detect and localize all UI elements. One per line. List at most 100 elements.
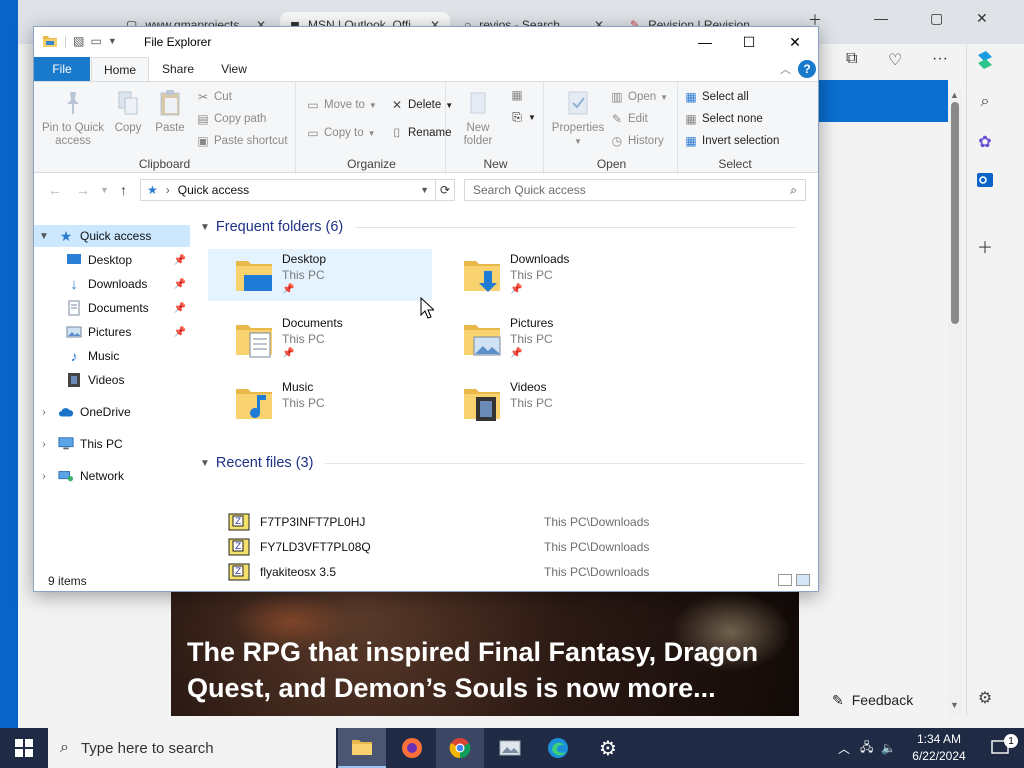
scroll-up-icon[interactable]: ▲: [950, 90, 959, 100]
forward-arrow-icon[interactable]: →: [76, 182, 90, 198]
settings-icon[interactable]: ⚙: [973, 686, 997, 710]
folder-tile-documents[interactable]: Documents This PC 📌: [208, 313, 432, 365]
taskbar-app[interactable]: [486, 728, 534, 768]
start-button[interactable]: [0, 728, 48, 768]
maximize-icon[interactable]: ▢: [930, 10, 943, 27]
taskbar-edge[interactable]: [534, 728, 582, 768]
chevron-right-icon[interactable]: ›: [38, 439, 50, 450]
news-card[interactable]: The RPG that inspired Final Fantasy, Dra…: [171, 592, 799, 716]
tab-view[interactable]: View: [208, 57, 260, 81]
address-bar[interactable]: ★ › Quick access ▼: [140, 179, 436, 201]
invert-selection-button[interactable]: ▦ Invert selection: [684, 134, 779, 148]
select-all-button[interactable]: ▦ Select all: [684, 90, 748, 104]
move-to-button[interactable]: ▭ Move to ▼: [306, 98, 377, 112]
folder-tile-downloads[interactable]: Downloads This PC 📌: [436, 249, 660, 301]
paste-shortcut-button[interactable]: ▣ Paste shortcut: [196, 134, 287, 148]
nav-item-music[interactable]: ♪ Music: [34, 345, 190, 367]
folder-tile-music[interactable]: Music This PC: [208, 377, 432, 429]
nav-item-desktop[interactable]: Desktop 📌: [34, 249, 190, 271]
nav-item-this-pc[interactable]: › This PC: [34, 433, 190, 455]
taskbar-search-input[interactable]: ⌕ Type here to search: [48, 728, 336, 768]
chevron-down-icon[interactable]: ▼: [38, 231, 50, 242]
history-button[interactable]: ◷ History: [610, 134, 664, 148]
new-item-button[interactable]: ▦: [510, 88, 524, 102]
paste-button[interactable]: Paste: [152, 88, 188, 135]
chevron-down-icon[interactable]: ▼: [200, 458, 210, 469]
search-icon[interactable]: ⌕: [973, 90, 997, 114]
scrollbar-thumb[interactable]: [951, 102, 959, 324]
add-icon[interactable]: ＋: [973, 234, 997, 258]
nav-item-videos[interactable]: Videos: [34, 369, 190, 391]
edit-button[interactable]: ✎ Edit: [610, 112, 648, 126]
chevron-right-icon[interactable]: ›: [38, 407, 50, 418]
refresh-button[interactable]: ⟳: [435, 179, 455, 201]
tab-home[interactable]: Home: [91, 57, 149, 81]
feedback-button[interactable]: ✎ Feedback: [822, 686, 924, 714]
open-button[interactable]: ▥ Open ▼: [610, 90, 668, 104]
minimize-button[interactable]: —: [682, 31, 728, 53]
recent-files-header[interactable]: ▼ Recent files (3): [200, 455, 806, 471]
copy-button[interactable]: Copy: [110, 88, 146, 135]
details-view-icon[interactable]: [778, 574, 792, 586]
new-folder-button[interactable]: New folder: [456, 88, 500, 148]
minimize-icon[interactable]: —: [874, 10, 888, 26]
properties-button[interactable]: Properties ▼: [550, 88, 606, 148]
select-none-button[interactable]: ▦ Select none: [684, 112, 762, 126]
recent-file-row[interactable]: Z F7TP3INFT7PL0HJ This PC\Downloads: [228, 511, 788, 533]
tab-share[interactable]: Share: [152, 57, 204, 81]
close-button[interactable]: ✕: [772, 31, 818, 53]
new-folder-icon[interactable]: ▭: [90, 34, 101, 48]
properties-icon[interactable]: ▧: [73, 34, 84, 48]
show-hidden-icons-icon[interactable]: ︿: [838, 740, 850, 757]
chevron-up-icon[interactable]: ︿: [780, 61, 791, 77]
nav-item-pictures[interactable]: Pictures 📌: [34, 321, 190, 343]
search-input[interactable]: Search Quick access ⌕: [464, 179, 806, 201]
breadcrumb[interactable]: Quick access: [178, 183, 249, 197]
network-icon[interactable]: 🖧: [860, 738, 873, 759]
back-arrow-icon[interactable]: ←: [48, 182, 62, 198]
taskbar-firefox[interactable]: [388, 728, 436, 768]
nav-item-quick-access[interactable]: ▼ ★ Quick access: [34, 225, 190, 247]
folder-tile-desktop[interactable]: Desktop This PC 📌: [208, 249, 432, 301]
folder-tile-videos[interactable]: Videos This PC: [436, 377, 660, 429]
chevron-down-icon[interactable]: ▼: [200, 222, 210, 233]
m365-icon[interactable]: ✿: [973, 130, 997, 154]
copilot-icon[interactable]: [973, 48, 997, 72]
pin-to-quick-access-button[interactable]: Pin to Quick access: [40, 88, 106, 148]
volume-icon[interactable]: 🔈: [881, 741, 896, 755]
easy-access-button[interactable]: ⎘ ▼: [510, 110, 536, 124]
chevron-right-icon[interactable]: ›: [38, 471, 50, 482]
folder-tile-pictures[interactable]: Pictures This PC 📌: [436, 313, 660, 365]
nav-item-documents[interactable]: Documents 📌: [34, 297, 190, 319]
maximize-button[interactable]: ☐: [726, 31, 772, 53]
large-icons-view-icon[interactable]: [796, 574, 810, 586]
chevron-down-icon[interactable]: ▼: [420, 185, 429, 195]
close-icon[interactable]: ✕: [976, 10, 988, 27]
clock[interactable]: 1:34 AM 6/22/2024: [906, 731, 972, 765]
outlook-icon[interactable]: [973, 168, 997, 192]
up-arrow-icon[interactable]: ↑: [120, 182, 127, 198]
page-scrollbar[interactable]: ▲ ▼: [948, 90, 962, 716]
nav-item-onedrive[interactable]: › OneDrive: [34, 401, 190, 423]
delete-button[interactable]: ✕ Delete ▼: [390, 98, 453, 112]
more-icon[interactable]: ···: [932, 50, 948, 68]
nav-item-downloads[interactable]: ↓ Downloads 📌: [34, 273, 190, 295]
copy-path-button[interactable]: ▤ Copy path: [196, 112, 266, 126]
collections-icon[interactable]: ⧉: [846, 50, 857, 68]
chevron-down-icon[interactable]: ▼: [108, 36, 117, 46]
taskbar-chrome[interactable]: [436, 728, 484, 768]
frequent-folders-header[interactable]: ▼ Frequent folders (6): [200, 219, 796, 235]
copy-to-button[interactable]: ▭ Copy to ▼: [306, 126, 375, 140]
notifications-button[interactable]: 1: [976, 728, 1024, 768]
tab-file[interactable]: File: [34, 57, 90, 81]
recent-file-row[interactable]: Z FY7LD3VFT7PL08Q This PC\Downloads: [228, 536, 788, 558]
nav-item-network[interactable]: › Network: [34, 465, 190, 487]
health-icon[interactable]: ♡: [888, 50, 902, 70]
scroll-down-icon[interactable]: ▼: [950, 700, 959, 710]
taskbar-settings[interactable]: ⚙: [584, 728, 632, 768]
taskbar-file-explorer[interactable]: [338, 728, 386, 768]
rename-button[interactable]: ⌷ Rename: [390, 126, 451, 140]
help-icon[interactable]: ?: [798, 60, 816, 78]
news-headline[interactable]: The RPG that inspired Final Fantasy, Dra…: [187, 634, 787, 706]
cut-button[interactable]: ✂ Cut: [196, 90, 232, 104]
